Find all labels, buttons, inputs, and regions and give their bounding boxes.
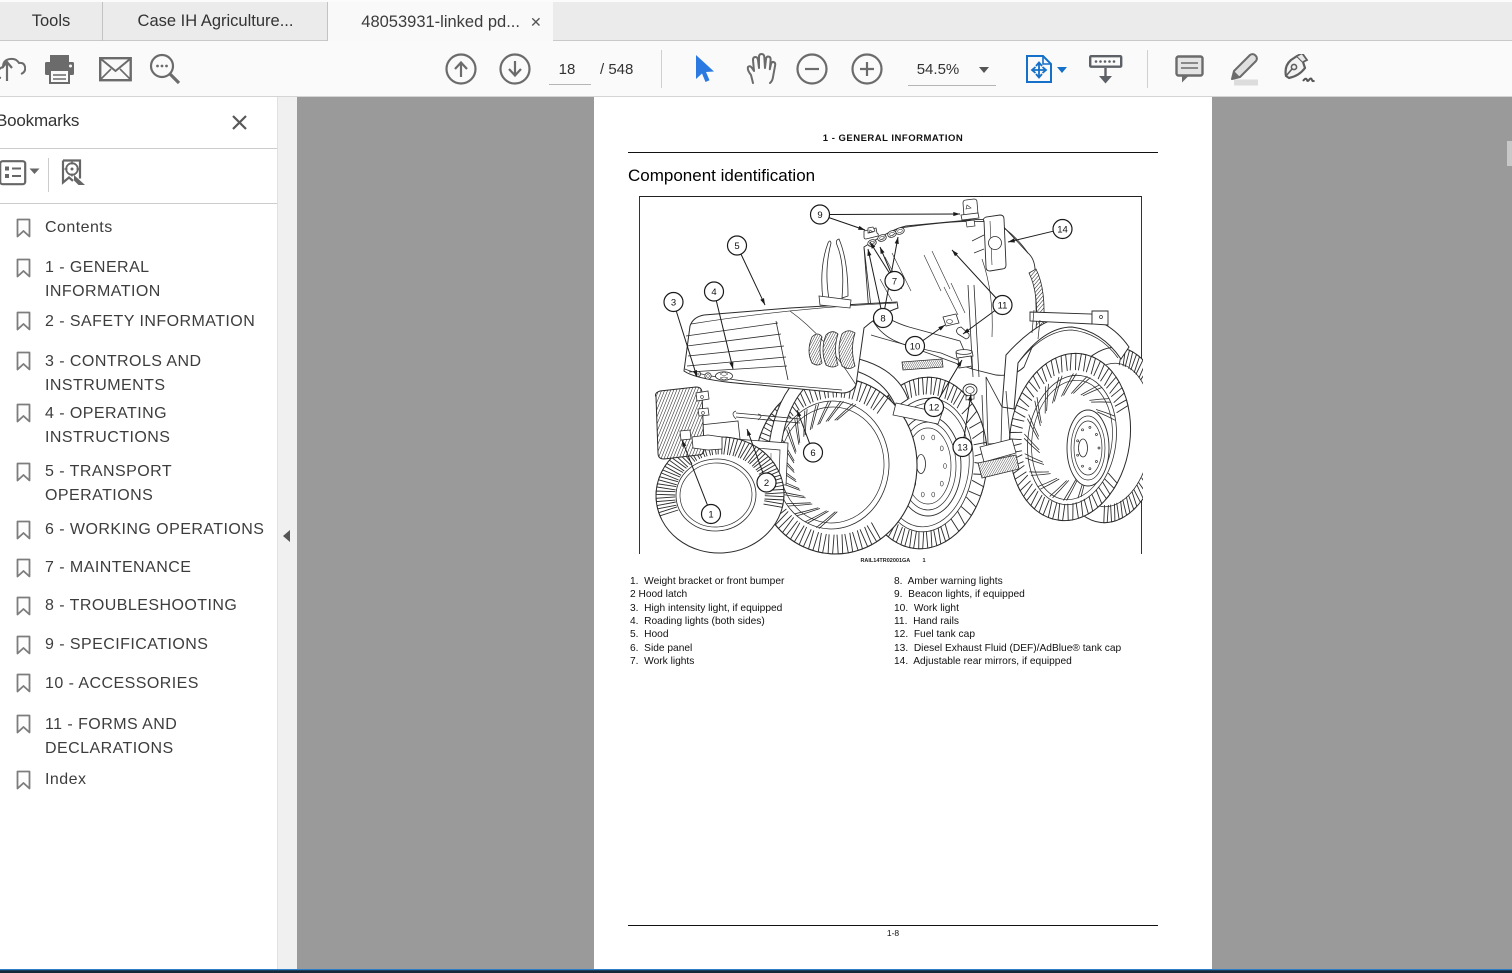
svg-text:4: 4 xyxy=(711,286,716,297)
svg-text:3: 3 xyxy=(670,297,675,308)
svg-text:12: 12 xyxy=(928,402,939,413)
svg-text:11: 11 xyxy=(997,300,1007,311)
svg-text:9: 9 xyxy=(817,209,822,220)
svg-text:13: 13 xyxy=(957,442,968,453)
svg-text:8: 8 xyxy=(880,313,885,324)
svg-text:1: 1 xyxy=(708,509,713,520)
svg-text:7: 7 xyxy=(891,276,896,287)
svg-text:2: 2 xyxy=(763,477,768,488)
svg-text:6: 6 xyxy=(810,447,815,458)
svg-text:5: 5 xyxy=(734,240,739,251)
svg-text:14: 14 xyxy=(1057,224,1068,235)
svg-text:10: 10 xyxy=(909,341,920,352)
